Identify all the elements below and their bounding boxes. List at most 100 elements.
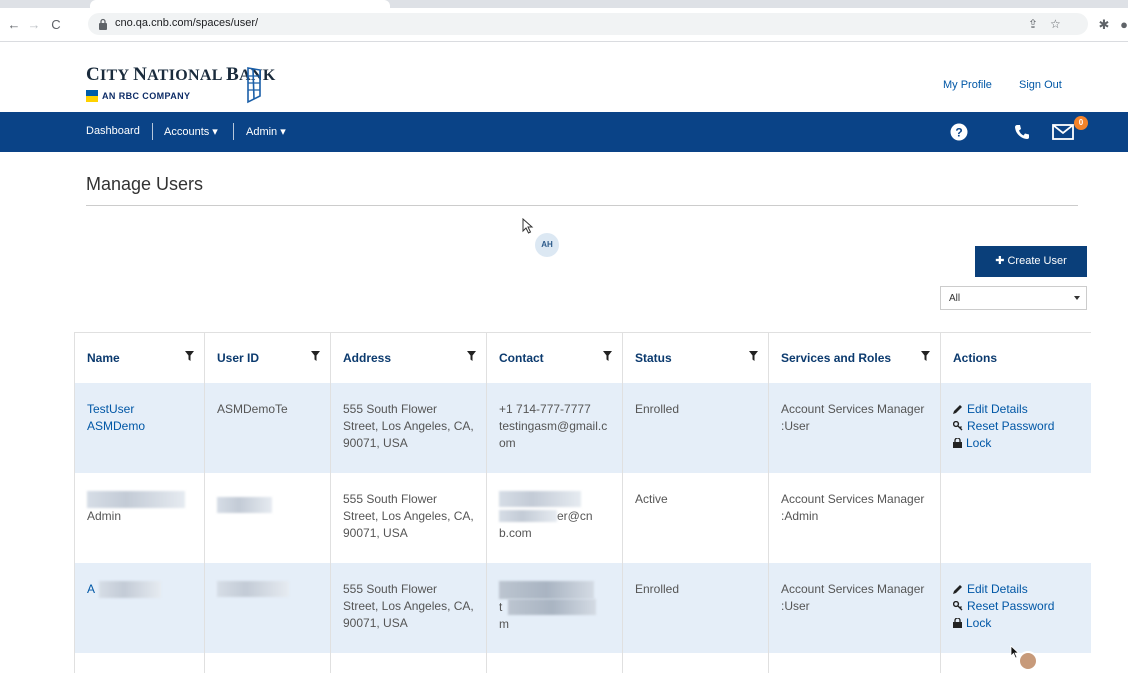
filter-icon[interactable] xyxy=(311,351,320,361)
bank-ladder-logo-icon xyxy=(247,67,261,104)
cell-address: 555 South Flower Street, Los Angeles, CA… xyxy=(330,472,487,563)
pencil-icon xyxy=(953,404,962,414)
redacted-text xyxy=(87,490,185,508)
browser-tab-strip xyxy=(0,0,1128,8)
nav-dashboard[interactable]: Dashboard xyxy=(86,125,140,137)
edit-details-link[interactable]: Edit Details xyxy=(953,401,1079,418)
table-row xyxy=(74,652,1091,673)
nav-divider xyxy=(152,123,153,140)
cell-services-roles: Account Services Manager :User xyxy=(768,382,941,473)
redacted-text xyxy=(217,496,272,513)
user-name-link[interactable]: A xyxy=(87,582,95,596)
cell-status: Enrolled xyxy=(622,382,769,473)
filter-icon[interactable] xyxy=(467,351,476,361)
back-icon[interactable]: ← xyxy=(6,17,22,32)
column-header-name[interactable]: Name xyxy=(74,332,205,383)
my-profile-link[interactable]: My Profile xyxy=(943,79,992,91)
cell-actions xyxy=(940,472,1091,563)
profile-icon[interactable]: ● xyxy=(1116,17,1128,32)
filter-selected-value: All xyxy=(949,293,961,304)
create-user-button[interactable]: ✚ Create User xyxy=(975,246,1087,277)
redacted-text xyxy=(499,580,594,599)
cell-contact: +1 714-777-7777 testingasm@gmail.com xyxy=(486,382,623,473)
main-navbar: Dashboard Accounts ▾ Admin ▾ ? xyxy=(0,112,1128,152)
cell-status: Enrolled xyxy=(622,562,769,653)
table-row: A 555 South Flower Street, Los Angeles, … xyxy=(74,562,1091,653)
column-header-address[interactable]: Address xyxy=(330,332,487,383)
filter-icon[interactable] xyxy=(749,351,758,361)
lock-icon xyxy=(953,436,962,448)
cell-user-id: ASMDemoTe xyxy=(204,382,331,473)
user-name-link[interactable]: TestUser ASMDemo xyxy=(87,402,145,433)
redacted-text xyxy=(217,581,289,598)
url-text: cno.qa.cnb.com/spaces/user/ xyxy=(115,17,259,29)
mouse-cursor-icon xyxy=(1010,645,1020,659)
forward-icon[interactable]: → xyxy=(26,17,42,32)
column-header-contact[interactable]: Contact xyxy=(486,332,623,383)
column-header-status[interactable]: Status xyxy=(622,332,769,383)
redacted-text xyxy=(99,580,162,598)
table-row: TestUser ASMDemo ASMDemoTe 555 South Flow… xyxy=(74,382,1091,473)
cell-contact xyxy=(486,652,623,673)
lock-user-link[interactable]: Lock xyxy=(953,435,1079,452)
help-icon[interactable]: ? xyxy=(950,123,968,141)
key-icon xyxy=(952,420,963,430)
cell-name: A xyxy=(74,562,205,653)
cell-contact: er@cn b.com xyxy=(486,472,623,563)
reset-password-link[interactable]: Reset Password xyxy=(952,418,1079,435)
mail-icon[interactable] xyxy=(1052,122,1076,140)
redacted-text xyxy=(508,599,597,616)
cell-status: Active xyxy=(622,472,769,563)
cell-address xyxy=(330,652,487,673)
table-header-row: Name User ID Address Contact Status Serv… xyxy=(74,332,1091,383)
cell-name: Admin xyxy=(74,472,205,563)
pencil-icon xyxy=(953,584,962,594)
reload-icon[interactable]: C xyxy=(48,17,64,32)
nav-accounts[interactable]: Accounts ▾ xyxy=(164,125,218,138)
redacted-text xyxy=(499,491,581,508)
cell-actions: Edit Details Reset Password Lock xyxy=(940,382,1091,473)
bookmark-star-icon[interactable]: ☆ xyxy=(1050,17,1061,31)
share-icon[interactable]: ⇪ xyxy=(1028,17,1038,31)
lock-icon xyxy=(953,616,962,628)
cell-status xyxy=(622,652,769,673)
key-icon xyxy=(952,600,963,610)
mouse-cursor-icon xyxy=(522,218,534,234)
webcam-overlay xyxy=(1018,651,1038,671)
chevron-down-icon xyxy=(1074,296,1080,300)
cell-name: TestUser ASMDemo xyxy=(74,382,205,473)
cell-contact: tm xyxy=(486,562,623,653)
users-table: Name User ID Address Contact Status Serv… xyxy=(74,332,1091,673)
page-title: Manage Users xyxy=(86,174,204,194)
message-count-badge: 0 xyxy=(1074,116,1088,130)
sign-out-link[interactable]: Sign Out xyxy=(1019,79,1062,91)
redacted-text xyxy=(499,510,557,523)
cell-actions: Edit Details Reset Password Lock xyxy=(940,562,1091,653)
extensions-icon[interactable]: ✱ xyxy=(1096,17,1112,33)
cell-services-roles: Account Services Manager :Admin xyxy=(768,472,941,563)
browser-active-tab[interactable] xyxy=(90,0,390,8)
edit-details-link[interactable]: Edit Details xyxy=(953,581,1079,598)
nav-admin[interactable]: Admin ▾ xyxy=(246,125,286,138)
cell-user-id xyxy=(204,472,331,563)
svg-text:?: ? xyxy=(955,126,962,140)
column-header-actions: Actions xyxy=(940,332,1091,383)
filter-icon[interactable] xyxy=(603,351,612,361)
cell-services-roles xyxy=(768,652,941,673)
user-avatar[interactable]: AH xyxy=(535,233,559,257)
reset-password-link[interactable]: Reset Password xyxy=(952,598,1079,615)
cell-services-roles: Account Services Manager :User xyxy=(768,562,941,653)
cell-address: 555 South Flower Street, Los Angeles, CA… xyxy=(330,562,487,653)
lock-user-link[interactable]: Lock xyxy=(953,615,1079,632)
cell-address: 555 South Flower Street, Los Angeles, CA… xyxy=(330,382,487,473)
address-bar[interactable]: cno.qa.cnb.com/spaces/user/ ⇪ ☆ xyxy=(88,13,1088,35)
user-filter-select[interactable]: All xyxy=(940,286,1087,310)
cell-user-id xyxy=(204,562,331,653)
cell-name xyxy=(74,652,205,673)
column-header-services-roles[interactable]: Services and Roles xyxy=(768,332,941,383)
phone-icon[interactable] xyxy=(1014,124,1030,140)
filter-icon[interactable] xyxy=(185,351,194,361)
nav-divider xyxy=(233,123,234,140)
filter-icon[interactable] xyxy=(921,351,930,361)
column-header-user-id[interactable]: User ID xyxy=(204,332,331,383)
